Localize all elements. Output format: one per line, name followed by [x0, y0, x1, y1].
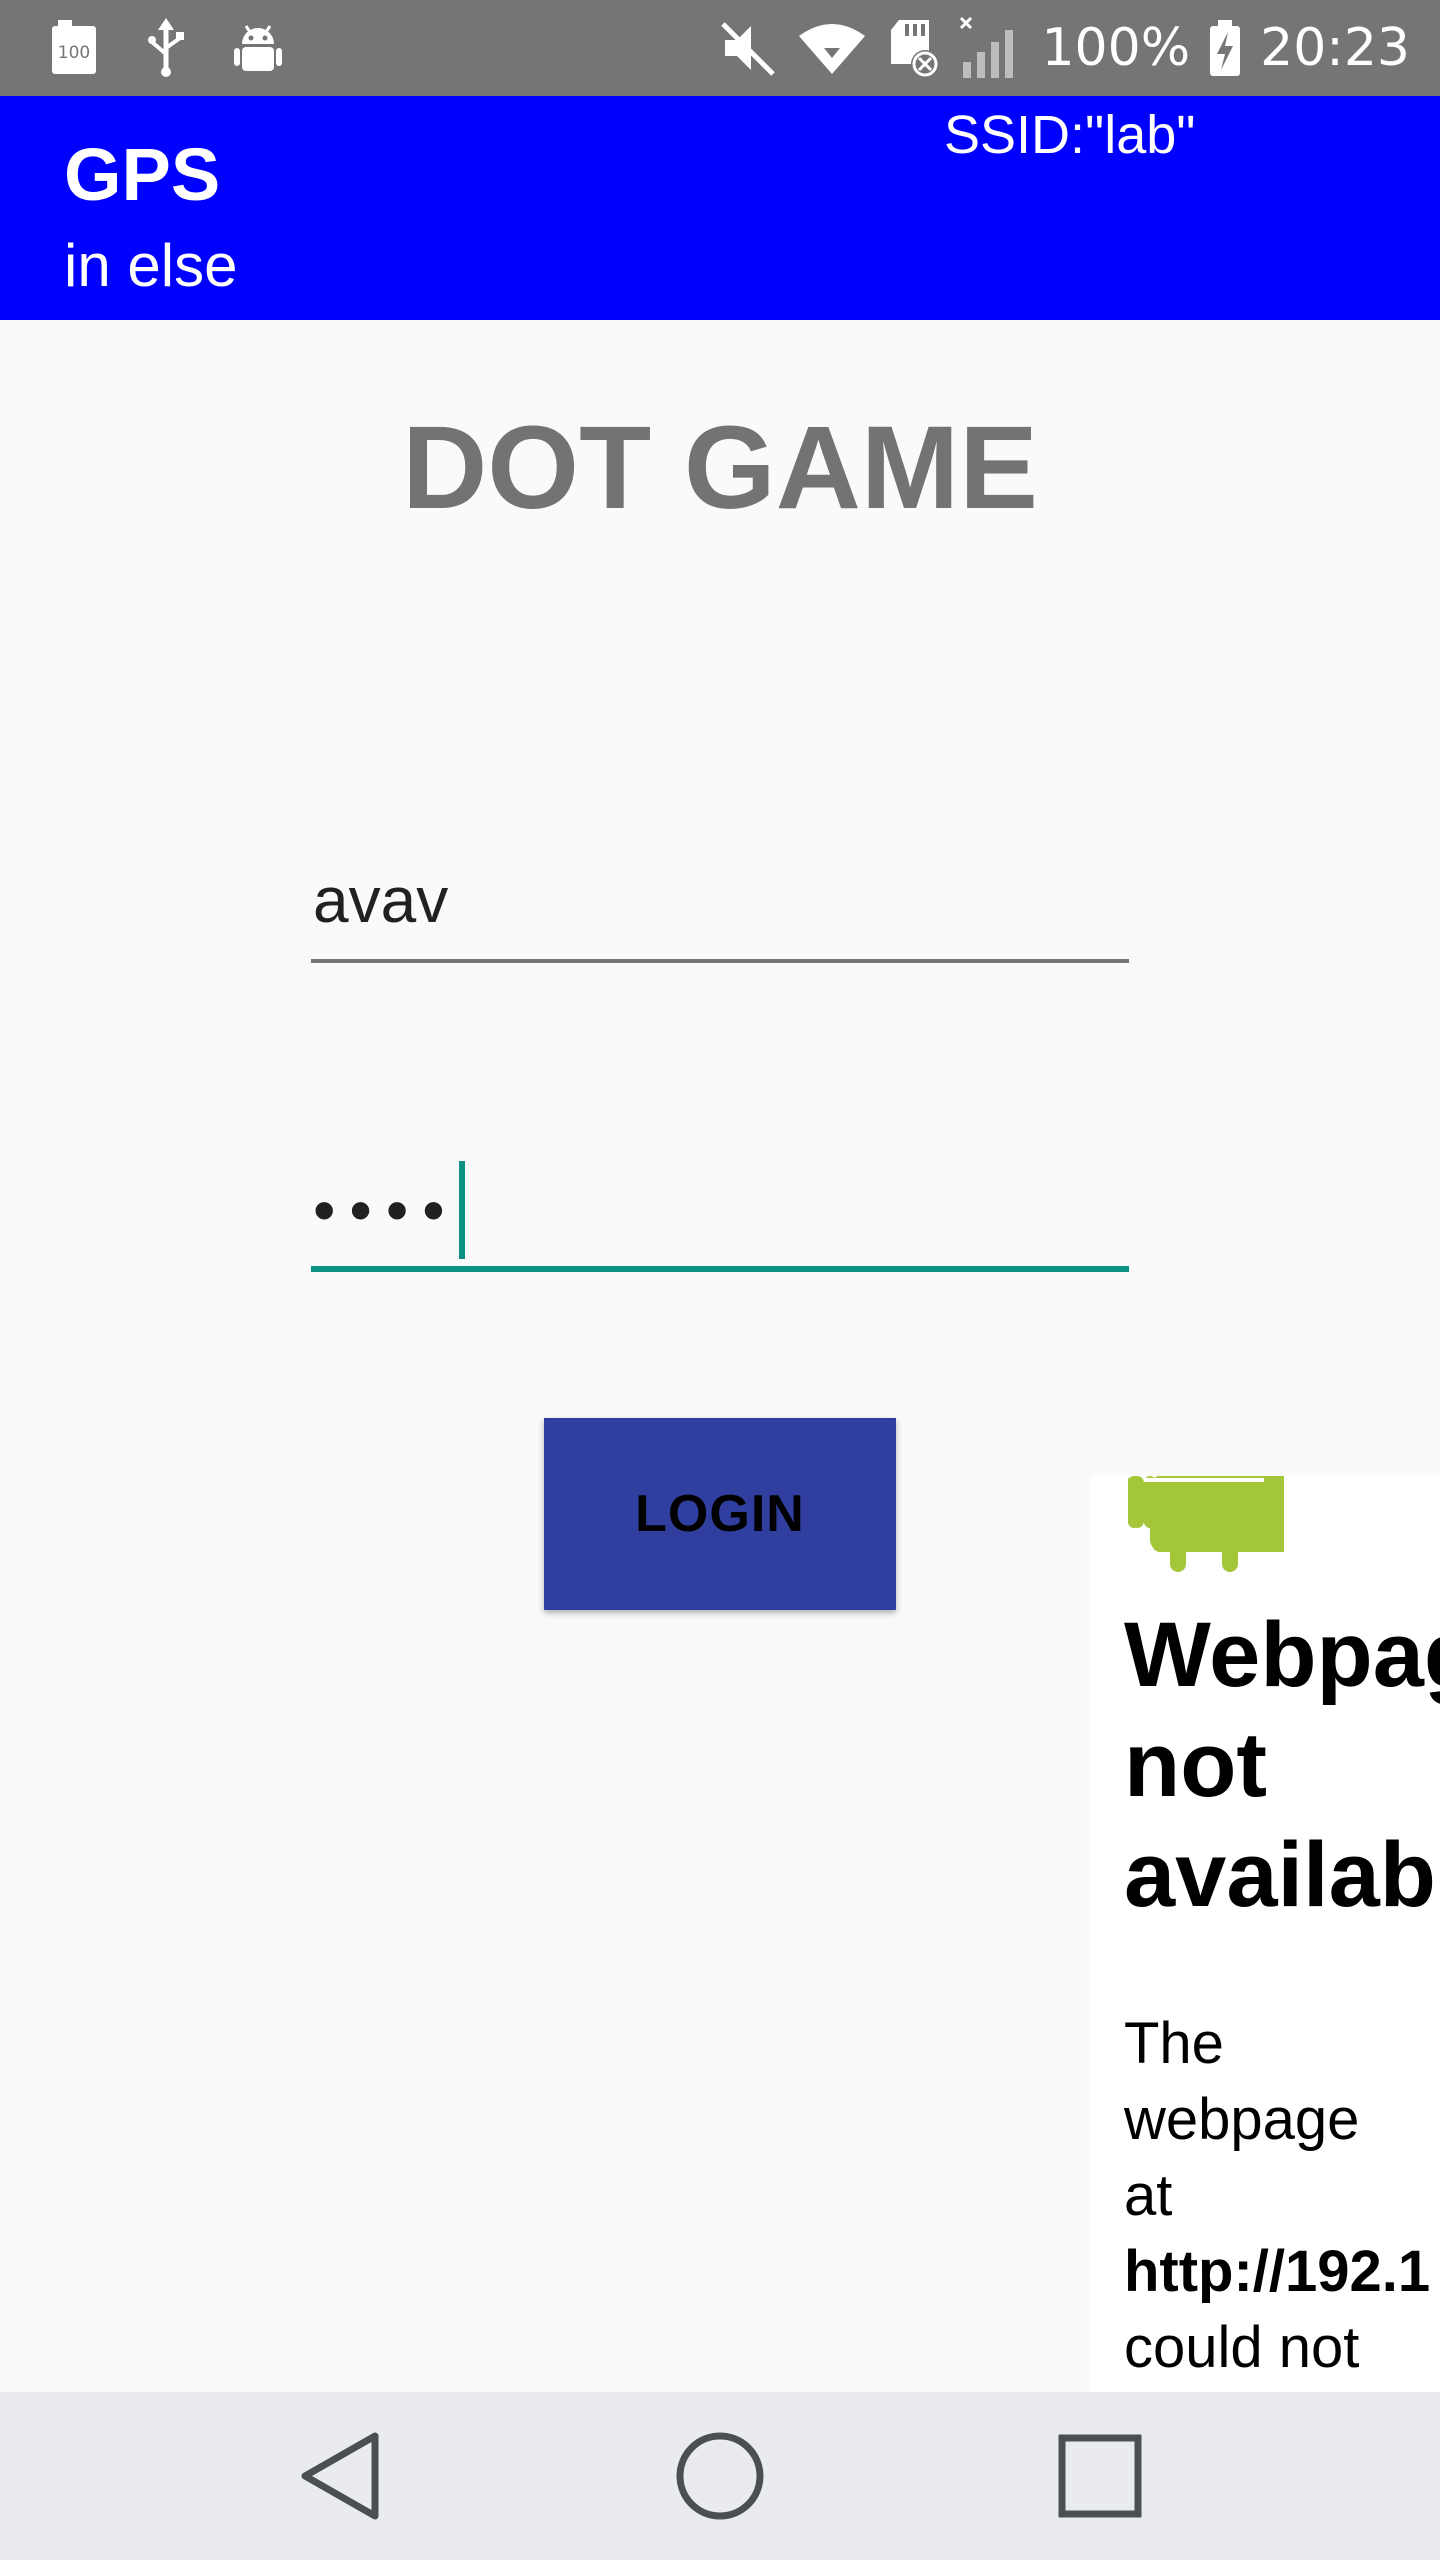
username-field[interactable]: avav: [311, 855, 1129, 963]
webview-message-line: could not: [1124, 2315, 1360, 2380]
username-value: avav: [313, 864, 449, 936]
signal-no-service-icon: [960, 16, 1014, 78]
status-left-icons: 100: [48, 18, 284, 78]
webview-heading-line: available: [1124, 1824, 1440, 1926]
battery-charging-icon: [1210, 20, 1241, 76]
sd-card-error-icon: [891, 20, 940, 78]
home-icon: [676, 2432, 764, 2520]
back-button[interactable]: [280, 2416, 400, 2536]
ssid-label: SSID:"lab": [944, 105, 1196, 165]
status-bar: 100 100% 20:23: [0, 0, 1440, 96]
webview-heading: Webpage not available: [1124, 1600, 1440, 1930]
game-title: DOT GAME: [402, 402, 1038, 534]
battery-100-icon: 100: [52, 20, 96, 74]
navigation-bar: [0, 2392, 1440, 2560]
app-subtitle: in else: [64, 232, 238, 299]
webview-heading-line: Webpage: [1124, 1604, 1440, 1706]
text-cursor: [458, 1161, 465, 1260]
username-underline: [311, 959, 1129, 963]
recents-button[interactable]: [1040, 2416, 1160, 2536]
webview-message-line: at: [1124, 2163, 1173, 2228]
status-right-icons: 100% 20:23: [719, 14, 1410, 82]
app-title: GPS: [64, 133, 221, 216]
webview-message-line: webpage: [1124, 2087, 1360, 2152]
mute-icon: [721, 22, 776, 76]
svg-text:100: 100: [58, 43, 90, 63]
app-bar: GPS in else SSID:"lab": [0, 96, 1440, 320]
webview-heading-line: not: [1124, 1714, 1268, 1816]
android-robot-icon: [1128, 1476, 1284, 1572]
password-value: ••••: [313, 1174, 459, 1247]
back-icon: [301, 2432, 379, 2520]
webview-url[interactable]: http://192.1: [1124, 2234, 1430, 2310]
home-button[interactable]: [660, 2416, 780, 2536]
password-underline: [311, 1266, 1129, 1272]
wifi-icon: [799, 24, 866, 74]
battery-percent: 100%: [1041, 18, 1191, 78]
android-debug-icon: [234, 25, 282, 71]
webview-message: The webpage at http://192.1 could not: [1124, 2006, 1430, 2386]
usb-icon: [148, 18, 184, 77]
webview-message-line: The: [1124, 2011, 1224, 2076]
clock: 20:23: [1260, 18, 1410, 78]
recents-icon: [1058, 2434, 1142, 2518]
webview-error-panel[interactable]: Webpage not available The webpage at htt…: [1090, 1476, 1440, 2392]
password-field[interactable]: ••••: [311, 1160, 1129, 1272]
login-button[interactable]: LOGIN: [544, 1418, 896, 1610]
